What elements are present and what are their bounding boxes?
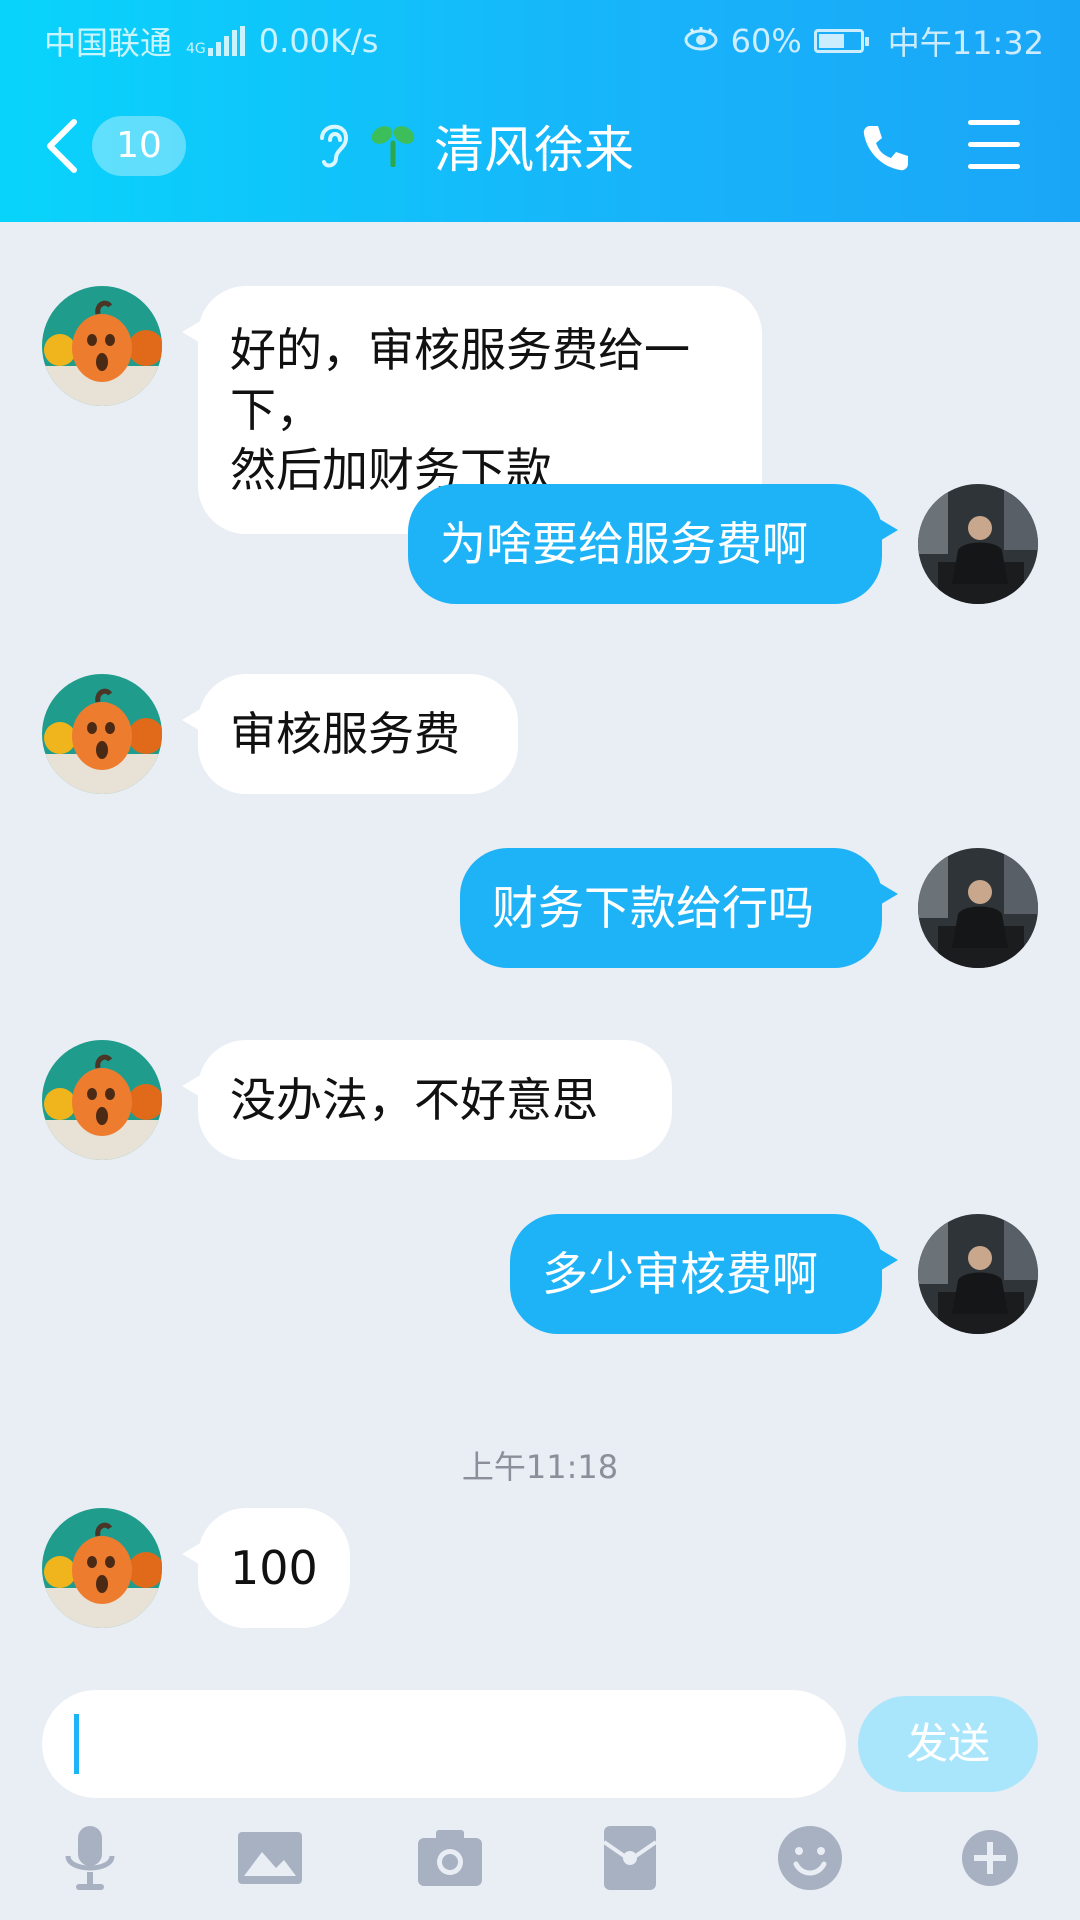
status-left: 中国联通 4G 0.00K/s bbox=[44, 18, 378, 64]
contact-avatar[interactable] bbox=[42, 1508, 162, 1628]
chat-screen: 中国联通 4G 0.00K/s 60% 中午11:32 10 清风徐来 好的，审… bbox=[0, 0, 1080, 1920]
my-avatar[interactable] bbox=[918, 1214, 1038, 1334]
message-input[interactable] bbox=[42, 1690, 846, 1798]
message-text-line: 100 bbox=[230, 1541, 318, 1595]
incoming-message-bubble[interactable]: 100 bbox=[182, 1508, 350, 1628]
my-avatar[interactable] bbox=[918, 848, 1038, 968]
voice-icon[interactable] bbox=[54, 1822, 126, 1894]
outgoing-message-bubble[interactable]: 为啥要给服务费啊 bbox=[408, 484, 898, 604]
camera-icon[interactable] bbox=[414, 1822, 486, 1894]
message-timestamp: 上午11:18 bbox=[461, 1448, 619, 1486]
header: 中国联通 4G 0.00K/s 60% 中午11:32 10 清风徐来 bbox=[0, 0, 1080, 222]
network-speed: 0.00K/s bbox=[258, 22, 379, 60]
outgoing-message-bubble[interactable]: 财务下款给行吗 bbox=[460, 848, 898, 968]
incoming-message-bubble[interactable]: 没办法，不好意思 bbox=[182, 1040, 672, 1160]
battery-percent: 60% bbox=[730, 22, 802, 60]
clock: 中午11:32 bbox=[887, 24, 1044, 62]
sprout-icon bbox=[370, 121, 416, 171]
incoming-message-bubble[interactable]: 审核服务费 bbox=[182, 674, 518, 794]
input-bar: 发送 bbox=[0, 1690, 1080, 1920]
message-text-line: 财务下款给行吗 bbox=[492, 881, 814, 935]
unread-badge[interactable]: 10 bbox=[92, 116, 186, 176]
my-avatar[interactable] bbox=[918, 484, 1038, 604]
nav-bar: 10 清风徐来 bbox=[0, 92, 1080, 204]
message-text-line: 为啥要给服务费啊 bbox=[440, 517, 808, 571]
network-indicator: 4G bbox=[186, 26, 245, 56]
input-toolbar bbox=[0, 1822, 1080, 1912]
battery-icon bbox=[813, 29, 869, 53]
phone-icon[interactable] bbox=[860, 122, 912, 178]
message-list[interactable]: 好的，审核服务费给一下， 然后加财务下款 为啥要给服务费啊 审核服务费 财务下款… bbox=[0, 222, 1080, 1690]
message-text-line: 多少审核费啊 bbox=[542, 1247, 818, 1301]
red-packet-icon[interactable] bbox=[594, 1822, 666, 1894]
outgoing-message-bubble[interactable]: 多少审核费啊 bbox=[510, 1214, 898, 1334]
contact-avatar[interactable] bbox=[42, 1040, 162, 1160]
status-right: 60% 中午11:32 bbox=[683, 18, 1044, 64]
plus-icon[interactable] bbox=[954, 1822, 1026, 1894]
status-bar: 中国联通 4G 0.00K/s 60% 中午11:32 bbox=[0, 0, 1080, 76]
contact-avatar[interactable] bbox=[42, 286, 162, 406]
carrier-label: 中国联通 bbox=[44, 24, 173, 62]
message-text-line: 好的，审核服务费给一下， bbox=[230, 323, 690, 437]
back-icon[interactable] bbox=[44, 118, 80, 178]
contact-avatar[interactable] bbox=[42, 674, 162, 794]
menu-icon[interactable] bbox=[968, 120, 1020, 186]
contact-title: 清风徐来 bbox=[312, 110, 634, 182]
text-caret bbox=[74, 1714, 79, 1774]
send-button[interactable]: 发送 bbox=[858, 1696, 1038, 1792]
eye-comfort-icon bbox=[683, 22, 719, 60]
contact-name: 清风徐来 bbox=[434, 121, 634, 179]
ear-icon[interactable] bbox=[312, 118, 352, 174]
message-text-line: 没办法，不好意思 bbox=[230, 1073, 598, 1127]
signal-icon bbox=[207, 26, 245, 56]
message-text-line: 审核服务费 bbox=[230, 707, 460, 761]
image-icon[interactable] bbox=[234, 1822, 306, 1894]
emoji-icon[interactable] bbox=[774, 1822, 846, 1894]
network-type: 4G bbox=[186, 41, 206, 57]
